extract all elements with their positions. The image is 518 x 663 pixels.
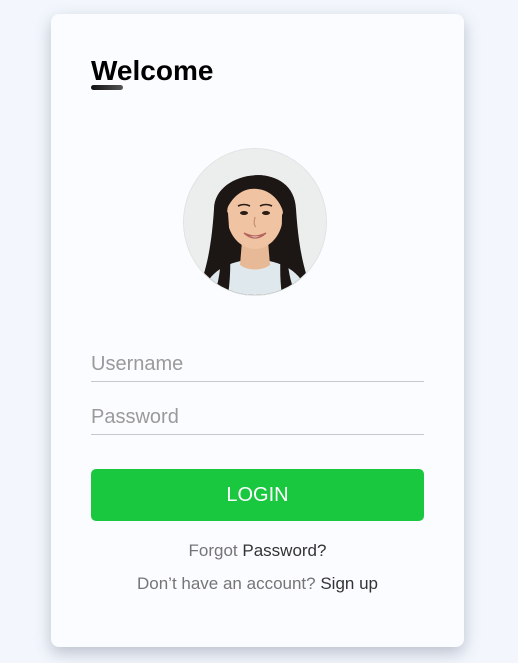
signup-link[interactable]: Sign up <box>320 574 378 593</box>
page-title: Welcome <box>91 55 214 86</box>
title-underline <box>91 85 123 90</box>
login-card: Welcome Username LOGIN Forgot Password? … <box>51 14 464 647</box>
password-input[interactable] <box>91 400 424 435</box>
avatar-photo-icon <box>184 149 326 295</box>
signup-line: Don’t have an account? Sign up <box>51 574 464 594</box>
avatar <box>183 148 327 296</box>
forgot-prefix: Forgot <box>188 541 238 560</box>
signup-prefix: Don’t have an account? <box>136 574 316 593</box>
login-button[interactable]: LOGIN <box>91 469 424 521</box>
forgot-password-link[interactable]: Password? <box>242 541 326 560</box>
forgot-password-line: Forgot Password? <box>51 541 464 561</box>
username-input[interactable] <box>91 347 424 382</box>
